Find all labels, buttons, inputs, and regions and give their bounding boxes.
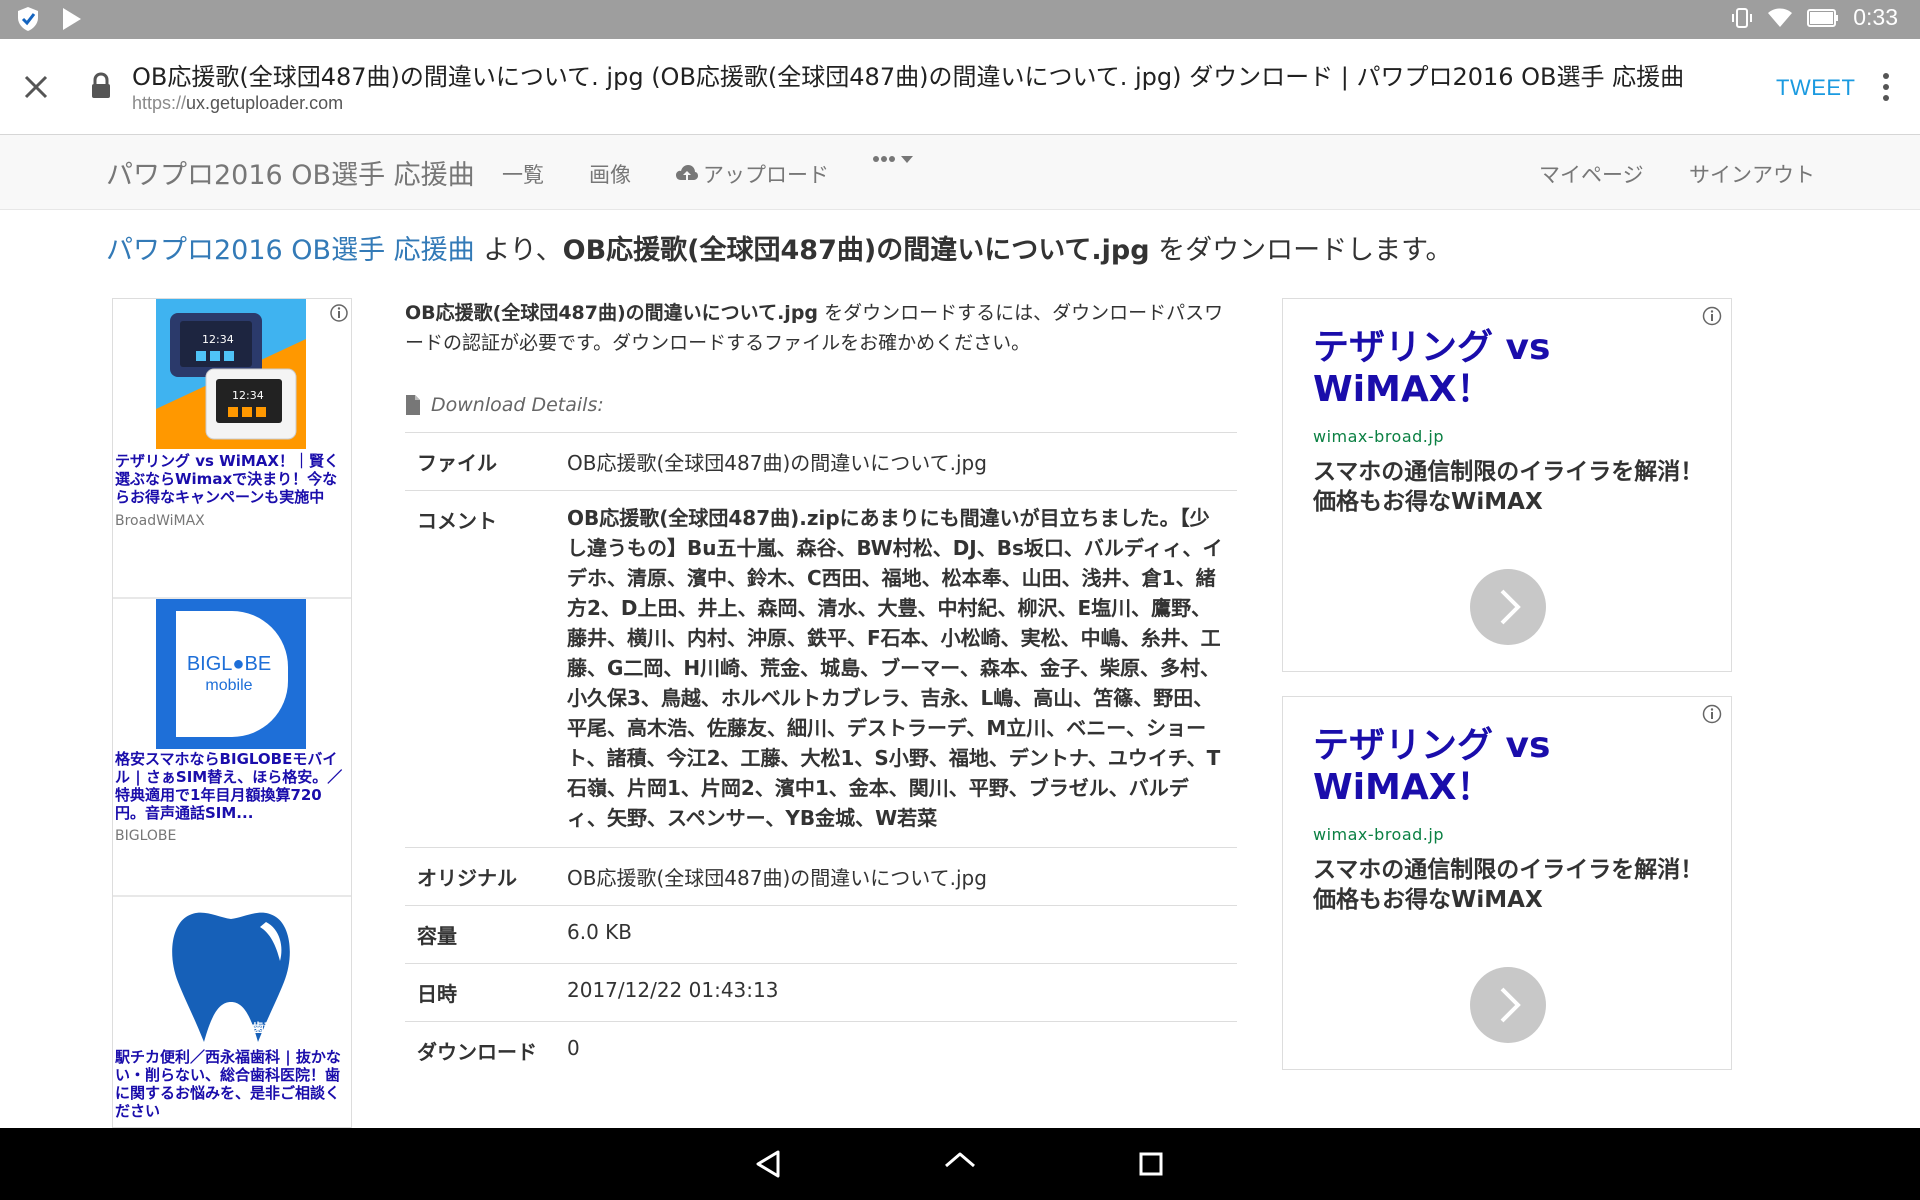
recents-icon[interactable] [1133,1146,1169,1182]
nav-signout[interactable]: サインアウト [1689,159,1815,189]
wifi-router-image: 12:34 12:34 [156,299,306,449]
table-row: ファイル OB応援歌(全球団487曲)の間違いについて.jpg [405,432,1237,491]
details-heading: Download Details: [405,394,1237,416]
nav-images[interactable]: 画像 [589,159,631,189]
chevron-right-icon [1500,987,1521,1023]
table-row: オリジナル OB応援歌(全球団487曲)の間違いについて.jpg [405,847,1237,906]
row-key-downloads: ダウンロード [405,1021,555,1079]
row-value-comment: OB応援歌(全球団487曲).zipにあまりにも間違いが目立ちました。【少し違う… [555,490,1237,848]
row-value-file: OB応援歌(全球団487曲)の間違いについて.jpg [555,432,1237,491]
svg-text:12:34: 12:34 [202,333,234,346]
back-icon[interactable] [750,1146,786,1182]
url-host: ux.getuploader.com [186,93,344,113]
play-store-icon [63,8,81,30]
file-icon [406,395,420,415]
right-ad-go-button[interactable] [1470,967,1546,1043]
left-ad-wimax-text[interactable]: テザリング vs WiMAX！｜賢く選ぶならWimaxで決まり！今ならお得なキャ… [115,452,349,506]
row-key-original: オリジナル [405,847,555,906]
tweet-button[interactable]: TWEET [1776,75,1856,101]
ad-choices-icon[interactable] [1701,305,1723,327]
row-key-size: 容量 [405,905,555,964]
left-ad-wimax[interactable]: 12:34 12:34 テザリング vs WiMAX！｜賢く選ぶならWimaxで… [113,299,351,597]
dental-logo-text: 西永福歯科 [216,1021,277,1035]
biglobe-logo-line1: BIGL●BE [186,653,272,675]
table-row: 日時 2017/12/22 01:43:13 [405,963,1237,1022]
left-ad-dental[interactable]: 西永福歯科 駅チカ便利／西永福歯科 | 抜かない・削らない、総合歯科医院！歯に関… [113,897,351,1127]
status-bar: 0:33 [0,0,1920,39]
biglobe-logo-image: BIGL●BE mobile [156,599,306,749]
headline-filename: OB応援歌(全球団487曲)の間違いについて.jpg [562,235,1150,266]
download-content: OB応援歌(全球団487曲)の間違いについて.jpg をダウンロードするには、ダ… [405,298,1237,1079]
right-ad-2[interactable]: テザリング vs WiMAX！ wimax-broad.jp スマホの通信制限の… [1282,696,1732,1070]
table-row: ダウンロード 0 [405,1021,1237,1079]
headline-category-link[interactable]: パワプロ2016 OB選手 応援曲 [106,235,475,266]
ad-choices-icon[interactable] [1701,703,1723,725]
right-ad-description: スマホの通信制限のイライラを解消！価格もお得なWiMAX [1313,857,1704,913]
row-value-size: 6.0 KB [555,905,1237,964]
left-ad-biglobe[interactable]: BIGL●BE mobile 格安スマホならBIGLOBEモバイル | さぁSI… [113,599,351,895]
url-display[interactable]: https://ux.getuploader.com [132,93,343,114]
browser-toolbar: OB応援歌(全球団487曲)の間違いについて. jpg (OB応援歌(全球団48… [0,39,1920,135]
headline-suffix: をダウンロードします。 [1149,235,1453,266]
left-ad-dental-text[interactable]: 駅チカ便利／西永福歯科 | 抜かない・削らない、総合歯科医院！歯に関するお悩みを… [115,1048,349,1120]
right-ad-title[interactable]: テザリング vs WiMAX！ [1313,725,1713,809]
headline-from: より、 [474,235,563,266]
svg-text:12:34: 12:34 [232,389,264,402]
right-ad-1[interactable]: テザリング vs WiMAX！ wimax-broad.jp スマホの通信制限の… [1282,298,1732,672]
table-row: コメント OB応援歌(全球団487曲).zipにあまりにも間違いが目立ちました。… [405,490,1237,848]
nav-mypage[interactable]: マイページ [1539,159,1644,189]
row-key-comment: コメント [405,490,555,848]
home-icon[interactable] [942,1146,978,1182]
system-nav-bar [0,1128,1920,1200]
right-ad-description: スマホの通信制限のイライラを解消！価格もお得なWiMAX [1313,459,1704,515]
right-ad-go-button[interactable] [1470,569,1546,645]
intro-filename: OB応援歌(全球団487曲)の間違いについて.jpg [405,302,819,324]
chevron-down-icon [901,155,913,163]
site-brand[interactable]: パワプロ2016 OB選手 応援曲 [106,153,475,192]
download-intro: OB応援歌(全球団487曲)の間違いについて.jpg をダウンロードするには、ダ… [405,298,1237,358]
row-key-datetime: 日時 [405,963,555,1022]
table-row: 容量 6.0 KB [405,905,1237,964]
more-horiz-icon [873,156,895,162]
left-ad-column: 12:34 12:34 テザリング vs WiMAX！｜賢く選ぶならWimaxで… [112,298,352,1128]
vibrate-icon [1732,7,1753,28]
biglobe-logo-line2: mobile [205,677,253,694]
cloud-upload-icon [676,165,698,180]
nav-upload[interactable]: アップロード [675,159,829,189]
site-navbar: パワプロ2016 OB選手 応援曲 一覧 画像 アップロード マイページ サイン… [0,135,1920,210]
url-scheme: https:// [132,93,187,113]
overflow-menu-icon[interactable] [1876,69,1896,105]
download-headline: パワプロ2016 OB選手 応援曲 より、OB応援歌(全球団487曲)の間違いに… [106,228,1452,267]
details-table: ファイル OB応援歌(全球団487曲)の間違いについて.jpg コメント OB応… [405,432,1237,1079]
nav-upload-label: アップロード [703,163,829,187]
clock: 0:33 [1853,4,1898,30]
right-ad-domain: wimax-broad.jp [1313,825,1444,844]
row-value-original: OB応援歌(全球団487曲)の間違いについて.jpg [555,847,1237,906]
lock-icon [92,72,110,98]
left-ad-biglobe-text[interactable]: 格安スマホならBIGLOBEモバイル | さぁSIM替え、ほら格安。／特典適用で… [115,750,349,822]
shield-check-icon [18,7,38,31]
row-value-downloads: 0 [555,1021,1237,1079]
right-ad-title[interactable]: テザリング vs WiMAX！ [1313,327,1713,411]
row-value-datetime: 2017/12/22 01:43:13 [555,963,1237,1022]
left-ad-biglobe-source: BIGLOBE [115,828,177,844]
wifi-icon [1768,8,1793,27]
details-heading-label: Download Details: [431,394,604,416]
row-key-file: ファイル [405,432,555,491]
chevron-right-icon [1500,589,1521,625]
ad-choices-icon[interactable] [329,303,349,323]
left-ad-wimax-source: BroadWiMAX [115,513,205,529]
close-icon[interactable] [18,69,54,105]
nav-more-dropdown[interactable] [873,155,913,163]
nav-list[interactable]: 一覧 [502,159,544,189]
battery-icon [1807,8,1839,27]
tooth-logo-image: 西永福歯科 [156,897,306,1047]
page-title: OB応援歌(全球団487曲)の間違いについて. jpg (OB応援歌(全球団48… [132,63,1685,91]
right-ad-domain: wimax-broad.jp [1313,427,1444,446]
